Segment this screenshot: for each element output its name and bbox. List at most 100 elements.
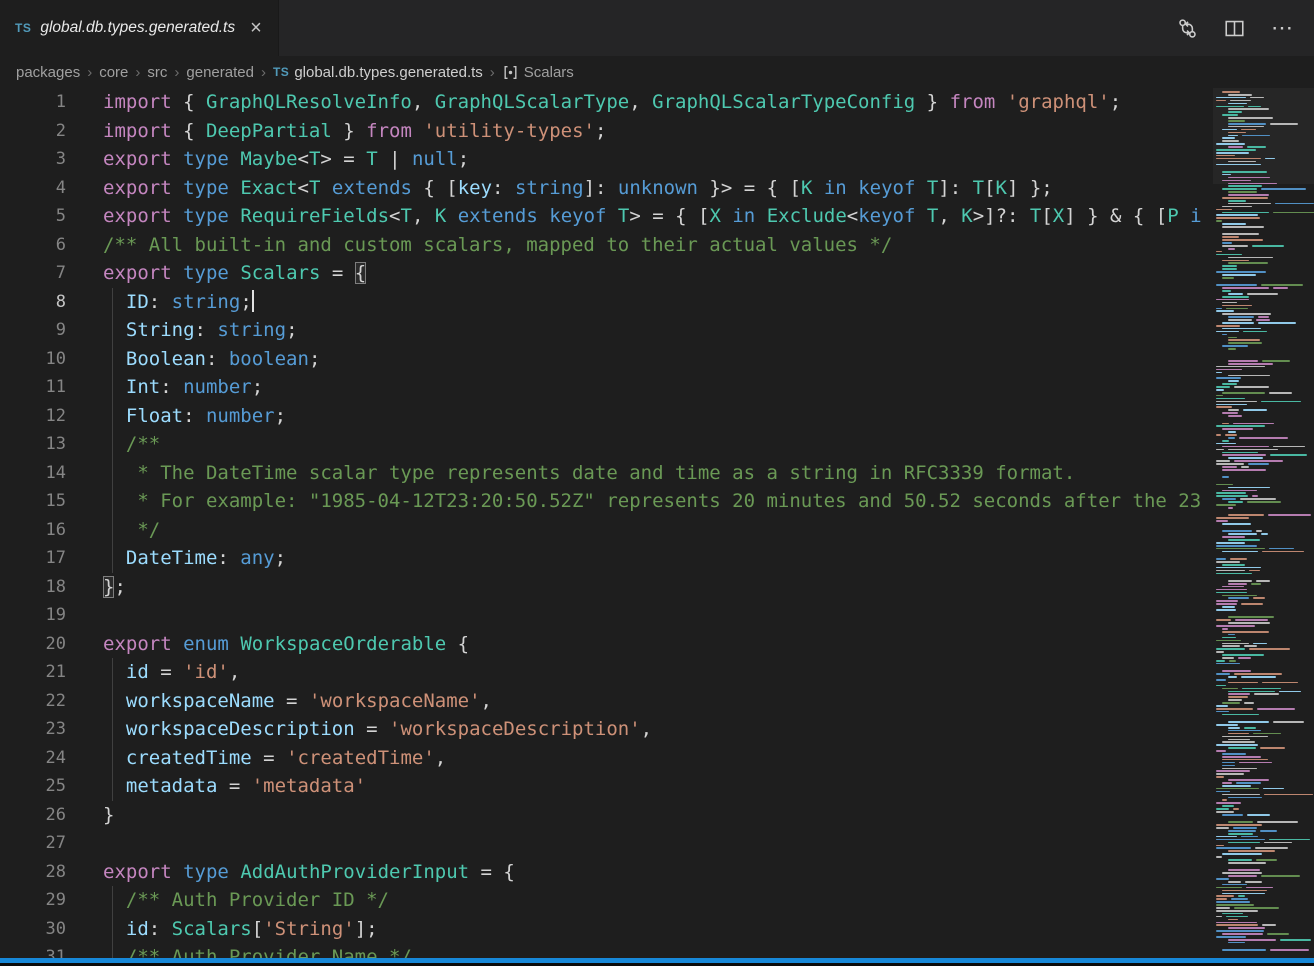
line-number[interactable]: 19 [0, 601, 70, 630]
line-number[interactable]: 10 [0, 345, 70, 374]
minimap-line [1216, 463, 1244, 465]
minimap-line [1256, 319, 1270, 321]
line-number[interactable]: 25 [0, 772, 70, 801]
line-number[interactable]: 8 [0, 288, 70, 317]
code-line[interactable]: 4export type Exact<T extends { [key: str… [0, 174, 1213, 203]
code-line[interactable]: 25 metadata = 'metadata' [0, 772, 1213, 801]
code-token: null [412, 148, 458, 170]
code-line[interactable]: 22 workspaceName = 'workspaceName', [0, 687, 1213, 716]
minimap[interactable] [1213, 88, 1314, 958]
code-line[interactable]: 6/** All built-in and custom scalars, ma… [0, 231, 1213, 260]
code-line[interactable]: 18}; [0, 573, 1213, 602]
line-number[interactable]: 9 [0, 316, 70, 345]
minimap-line [1222, 498, 1236, 500]
code-line[interactable]: 17 DateTime: any; [0, 544, 1213, 573]
code-token: ] } & { [ [1064, 205, 1167, 227]
code-line[interactable]: 24 createdTime = 'createdTime', [0, 744, 1213, 773]
line-number[interactable]: 1 [0, 88, 70, 117]
minimap-line [1228, 821, 1253, 823]
line-number[interactable]: 4 [0, 174, 70, 203]
line-number[interactable]: 22 [0, 687, 70, 716]
code-token: GraphQLScalarType [435, 91, 629, 113]
code-line[interactable]: 30 id: Scalars['String']; [0, 915, 1213, 944]
line-number[interactable]: 27 [0, 829, 70, 858]
line-number[interactable]: 17 [0, 544, 70, 573]
line-number[interactable]: 13 [0, 430, 70, 459]
minimap-line [1228, 185, 1262, 187]
code-line[interactable]: 3export type Maybe<T> = T | null; [0, 145, 1213, 174]
code-token: key [458, 177, 492, 199]
minimap-line [1216, 386, 1230, 388]
code-line[interactable]: 7export type Scalars = { [0, 259, 1213, 288]
line-number[interactable]: 15 [0, 487, 70, 516]
breadcrumb-item-core[interactable]: core [99, 64, 128, 81]
code-text: export type AddAuthProviderInput = { [70, 858, 1213, 887]
line-number[interactable]: 18 [0, 573, 70, 602]
code-area[interactable]: 1import { GraphQLResolveInfo, GraphQLSca… [0, 88, 1213, 958]
tab-global-db-types-generated[interactable]: TS global.db.types.generated.ts × [0, 0, 279, 56]
code-line[interactable]: 28export type AddAuthProviderInput = { [0, 858, 1213, 887]
code-text: * The DateTime scalar type represents da… [70, 459, 1213, 488]
code-line[interactable]: 1import { GraphQLResolveInfo, GraphQLSca… [0, 88, 1213, 117]
code-line[interactable]: 9 String: string; [0, 316, 1213, 345]
line-number[interactable]: 20 [0, 630, 70, 659]
minimap-line [1222, 242, 1232, 244]
code-line[interactable]: 14 * The DateTime scalar type represents… [0, 459, 1213, 488]
line-number[interactable]: 29 [0, 886, 70, 915]
code-line[interactable]: 29 /** Auth Provider ID */ [0, 886, 1213, 915]
breadcrumb-item-file[interactable]: TS global.db.types.generated.ts [273, 64, 483, 81]
line-number[interactable]: 6 [0, 231, 70, 260]
line-number[interactable]: 2 [0, 117, 70, 146]
line-number[interactable]: 5 [0, 202, 70, 231]
code-line[interactable]: 12 Float: number; [0, 402, 1213, 431]
minimap-line [1247, 146, 1266, 148]
minimap-line [1222, 412, 1238, 414]
line-number[interactable]: 7 [0, 259, 70, 288]
line-number[interactable]: 12 [0, 402, 70, 431]
breadcrumb-item-packages[interactable]: packages [16, 64, 80, 81]
minimap-line [1216, 603, 1237, 605]
minimap-line [1216, 164, 1261, 166]
code-token: K [801, 177, 812, 199]
minimap-line [1222, 794, 1260, 796]
compare-changes-icon[interactable] [1177, 18, 1198, 39]
line-number[interactable]: 23 [0, 715, 70, 744]
breadcrumb-item-generated[interactable]: generated [186, 64, 254, 81]
line-number[interactable]: 3 [0, 145, 70, 174]
line-number[interactable]: 31 [0, 943, 70, 958]
code-line[interactable]: 8 ID: string; [0, 288, 1213, 317]
code-line[interactable]: 20export enum WorkspaceOrderable { [0, 630, 1213, 659]
code-line[interactable]: 15 * For example: "1985-04-12T23:20:50.5… [0, 487, 1213, 516]
more-actions-icon[interactable]: ⋯ [1271, 15, 1294, 41]
close-icon[interactable]: × [250, 18, 262, 38]
code-line[interactable]: 13 /** [0, 430, 1213, 459]
line-number[interactable]: 30 [0, 915, 70, 944]
code-line[interactable]: 10 Boolean: boolean; [0, 345, 1213, 374]
split-editor-icon[interactable] [1224, 18, 1245, 39]
code-token: type [183, 205, 229, 227]
line-number[interactable]: 21 [0, 658, 70, 687]
minimap-line [1216, 310, 1234, 312]
code-line[interactable]: 23 workspaceDescription = 'workspaceDesc… [0, 715, 1213, 744]
code-line[interactable]: 16 */ [0, 516, 1213, 545]
code-line[interactable]: 5export type RequireFields<T, K extends … [0, 202, 1213, 231]
code-token: | [378, 148, 412, 170]
code-line[interactable]: 27 [0, 829, 1213, 858]
line-number[interactable]: 24 [0, 744, 70, 773]
code-line[interactable]: 31 /** Auth Provider Name */ [0, 943, 1213, 958]
code-line[interactable]: 2import { DeepPartial } from 'utility-ty… [0, 117, 1213, 146]
line-number[interactable]: 14 [0, 459, 70, 488]
line-number[interactable]: 28 [0, 858, 70, 887]
line-number[interactable]: 16 [0, 516, 70, 545]
breadcrumb-item-symbol[interactable]: Scalars [502, 64, 574, 81]
breadcrumb-item-src[interactable]: src [147, 64, 167, 81]
code-line[interactable]: 11 Int: number; [0, 373, 1213, 402]
code-line[interactable]: 26} [0, 801, 1213, 830]
minimap-line [1222, 753, 1246, 755]
code-line[interactable]: 21 id = 'id', [0, 658, 1213, 687]
line-number[interactable]: 11 [0, 373, 70, 402]
line-number[interactable]: 26 [0, 801, 70, 830]
minimap-line [1216, 648, 1245, 650]
code-line[interactable]: 19 [0, 601, 1213, 630]
minimap-line [1230, 558, 1247, 560]
